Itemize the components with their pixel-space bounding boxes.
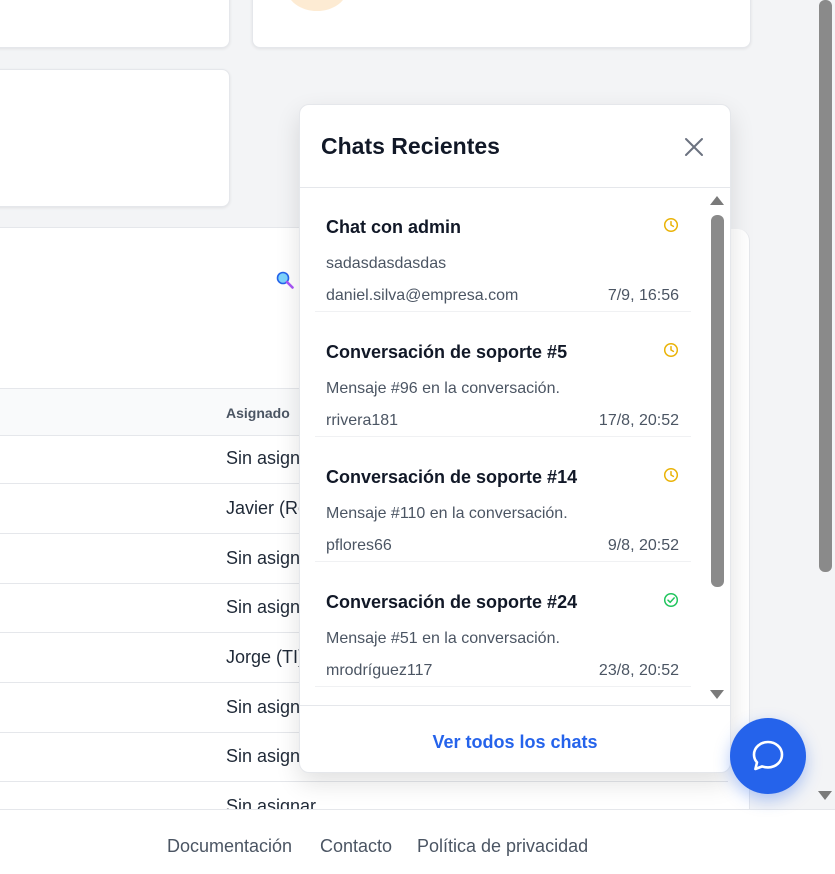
chat-title: Conversación de soporte #24 [326,592,578,612]
chat-title: Conversación de soporte #14 [326,467,578,487]
avatar [287,0,347,11]
table-panel-edge [728,229,750,809]
search-icon[interactable] [276,271,294,289]
summary-card [0,69,230,207]
chat-list-item[interactable]: Conversación de soporte #24 Mensaje #51 … [315,562,691,687]
chat-timestamp: 17/8, 20:52 [598,412,679,429]
chat-list-item[interactable]: Conversación de soporte #14 Mensaje #110… [315,437,691,562]
chat-timestamp: 9/8, 20:52 [607,537,679,554]
chat-message-preview: Mensaje #51 en la conversación. [326,630,560,647]
chat-bubble-icon [752,740,784,771]
chat-scroll-up-arrow[interactable] [710,196,724,205]
chat-list-item[interactable]: Chat con admin sadasdasdasdas daniel.sil… [315,187,691,312]
column-header-assigned: Asignado [226,405,290,421]
chat-panel-header: Chats Recientes [300,105,730,188]
summary-card [252,0,751,48]
view-all-chats-link[interactable]: Ver todos los chats [300,732,730,753]
recent-chats-panel: Chats Recientes Chat con admin sadasdasd… [299,104,731,773]
chat-user: daniel.silva@empresa.com [326,287,519,304]
chat-timestamp: 7/9, 16:56 [607,287,679,304]
chat-list-item[interactable]: Conversación de soporte #5 Mensaje #96 e… [315,312,691,437]
footer-link-documentation[interactable]: Documentación [167,836,292,857]
chat-panel-footer: Ver todos los chats [300,705,730,772]
clock-icon [663,217,679,233]
chat-panel-title: Chats Recientes [321,133,500,159]
check-circle-icon [663,592,679,608]
chat-list: Chat con admin sadasdasdasdas daniel.sil… [300,187,730,705]
chat-message-preview: Mensaje #96 en la conversación. [326,380,560,397]
chat-fab-button[interactable] [730,718,806,794]
chat-message-preview: sadasdasdasdas [326,255,447,272]
chat-scrollbar-thumb[interactable] [711,215,724,587]
page-scrollbar-thumb[interactable] [819,0,832,572]
summary-card [0,0,230,48]
chat-message-preview: Mensaje #110 en la conversación. [326,505,568,522]
chat-user: pflores66 [326,537,392,554]
chat-timestamp: 23/8, 20:52 [598,662,679,679]
clock-icon [663,467,679,483]
chat-user: mrodríguez117 [326,662,433,679]
chat-title: Chat con admin [326,217,462,237]
footer-link-privacy[interactable]: Política de privacidad [417,836,588,857]
close-icon[interactable] [680,133,708,161]
clock-icon [663,342,679,358]
page-scroll-down-arrow[interactable] [818,791,832,800]
chat-title: Conversación de soporte #5 [326,342,568,362]
page-footer: Documentación Contacto Política de priva… [0,809,835,874]
chat-user: rrivera181 [326,412,399,429]
chat-scroll-down-arrow[interactable] [710,690,724,699]
footer-link-contact[interactable]: Contacto [320,836,392,857]
